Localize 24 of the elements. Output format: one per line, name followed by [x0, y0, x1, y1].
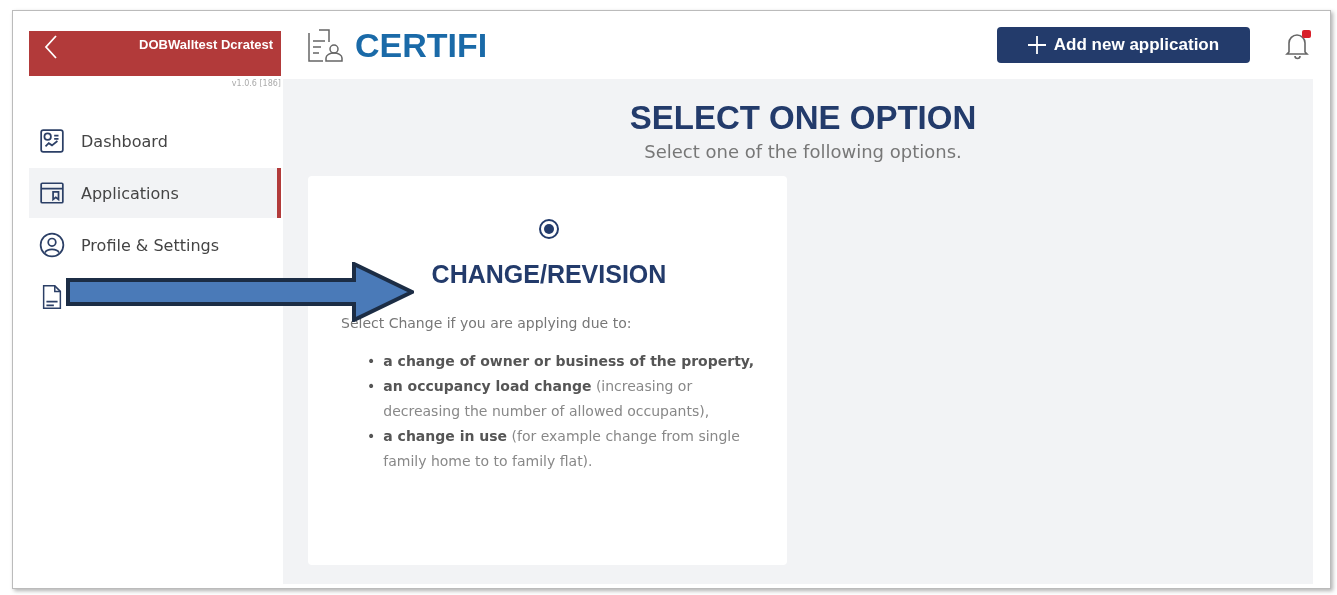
sidebar-item[interactable]: Applications — [29, 168, 281, 218]
app-logo: CERTIFI — [355, 25, 488, 65]
back-icon[interactable] — [43, 34, 59, 60]
option-bullet: a change of owner or business of the property, — [383, 352, 756, 371]
version-label: v1.0.6 [186] — [230, 79, 281, 88]
bullet-marker: • — [367, 427, 376, 446]
sidebar-item[interactable]: Dashboard — [29, 116, 281, 166]
user-name: DOBWalltest Dcratest — [139, 37, 273, 52]
user-icon — [39, 232, 65, 258]
add-application-button[interactable]: Add new application — [997, 27, 1250, 63]
option-card[interactable] — [308, 176, 787, 565]
dashboard-icon — [39, 128, 65, 154]
plus-icon — [1027, 36, 1046, 54]
option-bullet: a change in use (for example change from single family home to to family flat). — [383, 427, 741, 471]
page-subtitle: Select one of the following options. — [644, 141, 962, 162]
notification-bell-icon[interactable] — [1284, 30, 1312, 60]
page-title: SELECT ONE OPTION — [629, 99, 977, 137]
option-bullet: an occupancy load change (increasing or decreasing the number of allowed occupants), — [383, 377, 711, 421]
bullet-marker: • — [367, 352, 376, 371]
board-icon — [39, 180, 65, 206]
option-title: CHANGE/REVISION — [431, 260, 667, 289]
bullet-marker: • — [367, 377, 376, 396]
radio-button[interactable] — [538, 218, 560, 240]
sidebar-item[interactable]: Profile & Settings — [29, 220, 281, 270]
